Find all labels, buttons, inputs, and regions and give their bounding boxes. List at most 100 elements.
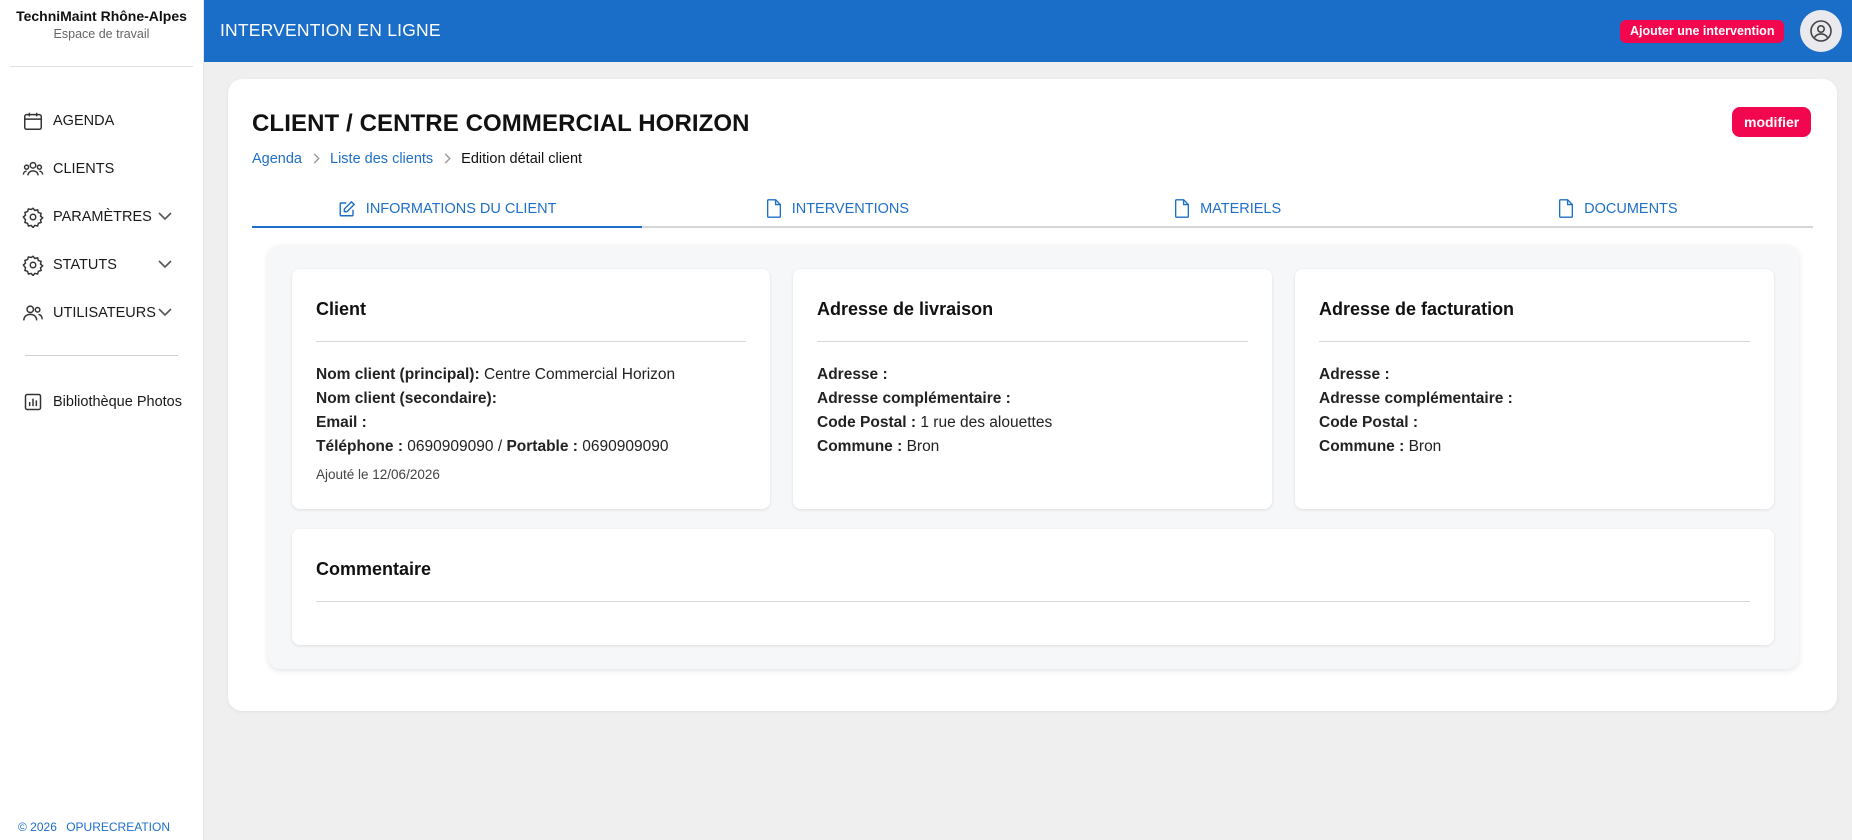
sidebar-item-utilisateurs[interactable]: UTILISATEURS (0, 289, 203, 337)
brand-subtitle: Espace de travail (53, 27, 150, 41)
tab-documents[interactable]: DOCUMENTS (1423, 191, 1813, 226)
document-icon (1174, 199, 1190, 218)
gear-icon (21, 205, 45, 229)
field-label: Adresse complémentaire : (1319, 390, 1513, 407)
sidebar-item-agenda[interactable]: AGENDA (0, 97, 203, 145)
billing-postal-row: Code Postal : (1319, 411, 1513, 435)
brand: TechniMaint Rhône-Alpes Espace de travai… (10, 0, 193, 67)
gear-icon (21, 253, 45, 277)
chevron-right-icon (312, 152, 320, 167)
client-email-row: Email : (316, 411, 675, 435)
sidebar-item-label: STATUTS (53, 257, 117, 273)
phone-separator: / (497, 438, 503, 455)
users-icon (21, 157, 45, 181)
breadcrumb-agenda[interactable]: Agenda (252, 151, 302, 167)
sidebar-item-label: AGENDA (53, 113, 115, 129)
sidebar-item-label: PARAMÈTRES (53, 209, 152, 225)
tab-bar: INFORMATIONS DU CLIENT INTERVENTIONS MAT… (252, 191, 1813, 228)
field-label: Commune : (817, 438, 903, 455)
field-label: Email : (316, 414, 367, 431)
modify-button[interactable]: modifier (1732, 107, 1812, 137)
chevron-right-icon (443, 152, 451, 167)
client-phone: 0690909090 (407, 438, 494, 455)
field-label: Code Postal : (817, 414, 917, 431)
client-mobile: 0690909090 (582, 438, 669, 455)
sidebar-item-statuts[interactable]: STATUTS (0, 241, 203, 289)
sidebar-item-clients[interactable]: CLIENTS (0, 145, 203, 193)
delivery-address-card: Adresse de livraison Adresse : Adresse c… (793, 269, 1272, 509)
card-divider (817, 341, 1248, 342)
app-title: INTERVENTION EN LIGNE (220, 20, 441, 40)
client-phone-row: Téléphone : 0690909090 / Portable : 0690… (316, 435, 675, 459)
tab-materiels[interactable]: MATERIELS (1033, 191, 1423, 226)
field-label: Portable : (506, 438, 578, 455)
document-icon (766, 199, 782, 218)
delivery-postal: 1 rue des alouettes (920, 414, 1053, 431)
field-label: Adresse : (817, 366, 888, 383)
document-icon (1558, 199, 1574, 218)
card-title: Commentaire (316, 559, 432, 579)
delivery-address-row: Adresse : (817, 363, 1052, 387)
page-title: CLIENT / CENTRE COMMERCIAL HORIZON (252, 110, 750, 137)
sidebar-item-label: CLIENTS (53, 161, 115, 177)
delivery-city-row: Commune : Bron (817, 435, 1052, 459)
sidebar: TechniMaint Rhône-Alpes Espace de travai… (0, 0, 204, 840)
client-added-date: Ajouté le 12/06/2026 (316, 467, 440, 482)
field-label: Nom client (principal): (316, 366, 480, 383)
sidebar-item-label: Bibliothèque Photos (53, 394, 182, 410)
tab-label: INTERVENTIONS (791, 200, 910, 217)
tab-label: DOCUMENTS (1584, 200, 1678, 217)
sidebar-nav: AGENDA CLIENTS PARAMÈTRES STATUTS UTILIS… (0, 97, 203, 337)
field-label: Code Postal : (1319, 414, 1419, 431)
field-label: Commune : (1319, 438, 1405, 455)
main-card: CLIENT / CENTRE COMMERCIAL HORIZON modif… (228, 79, 1837, 711)
card-title: Adresse de livraison (817, 299, 994, 319)
tab-label: INFORMATIONS DU CLIENT (365, 200, 557, 217)
field-label: Adresse : (1319, 366, 1390, 383)
breadcrumb: Agenda Liste des clients Edition détail … (252, 151, 582, 167)
delivery-complement-row: Adresse complémentaire : (817, 387, 1052, 411)
footer-year: © 2026 (18, 820, 57, 834)
card-divider (316, 341, 746, 342)
billing-complement-row: Adresse complémentaire : (1319, 387, 1513, 411)
avatar[interactable] (1800, 10, 1842, 52)
chevron-down-icon (157, 305, 173, 321)
add-intervention-button[interactable]: Ajouter une intervention (1620, 20, 1785, 43)
bar-chart-icon (21, 390, 45, 414)
card-divider (316, 601, 1750, 602)
sidebar-footer: © 2026 OPURECREATION (18, 820, 170, 834)
topbar: INTERVENTION EN LIGNE Ajouter une interv… (204, 0, 1852, 62)
billing-address-card: Adresse de facturation Adresse : Adresse… (1295, 269, 1774, 509)
client-name-secondary-row: Nom client (secondaire): (316, 387, 675, 411)
client-card: Client Nom client (principal): Centre Co… (292, 269, 770, 509)
chevron-down-icon (157, 209, 173, 225)
card-divider (1319, 341, 1750, 342)
billing-city-row: Commune : Bron (1319, 435, 1513, 459)
calendar-icon (21, 109, 45, 133)
card-body: Adresse : Adresse complémentaire : Code … (817, 363, 1052, 459)
field-label: Nom client (secondaire): (316, 390, 497, 407)
client-name-primary: Centre Commercial Horizon (483, 366, 676, 383)
sidebar-item-parametres[interactable]: PARAMÈTRES (0, 193, 203, 241)
tab-informations[interactable]: INFORMATIONS DU CLIENT (252, 191, 643, 228)
field-label: Adresse complémentaire : (817, 390, 1011, 407)
client-info-panel: Client Nom client (principal): Centre Co… (268, 245, 1799, 669)
user-circle-icon (1809, 19, 1833, 43)
card-title: Adresse de facturation (1319, 299, 1515, 319)
sidebar-item-photos[interactable]: Bibliothèque Photos (0, 378, 203, 426)
edit-icon (338, 200, 356, 218)
chevron-down-icon (157, 257, 173, 273)
sidebar-item-label: UTILISATEURS (53, 305, 156, 321)
breadcrumb-client-list[interactable]: Liste des clients (330, 151, 433, 167)
brand-name: TechniMaint Rhône-Alpes (16, 8, 187, 24)
user-group-icon (21, 301, 45, 325)
client-name-primary-row: Nom client (principal): Centre Commercia… (316, 363, 675, 387)
billing-address-row: Adresse : (1319, 363, 1513, 387)
delivery-postal-row: Code Postal : 1 rue des alouettes (817, 411, 1052, 435)
footer-company-link[interactable]: OPURECREATION (66, 820, 170, 834)
tab-interventions[interactable]: INTERVENTIONS (642, 191, 1032, 226)
breadcrumb-current: Edition détail client (461, 151, 583, 167)
tab-label: MATERIELS (1200, 200, 1282, 217)
field-label: Téléphone : (316, 438, 403, 455)
card-body: Adresse : Adresse complémentaire : Code … (1319, 363, 1513, 459)
